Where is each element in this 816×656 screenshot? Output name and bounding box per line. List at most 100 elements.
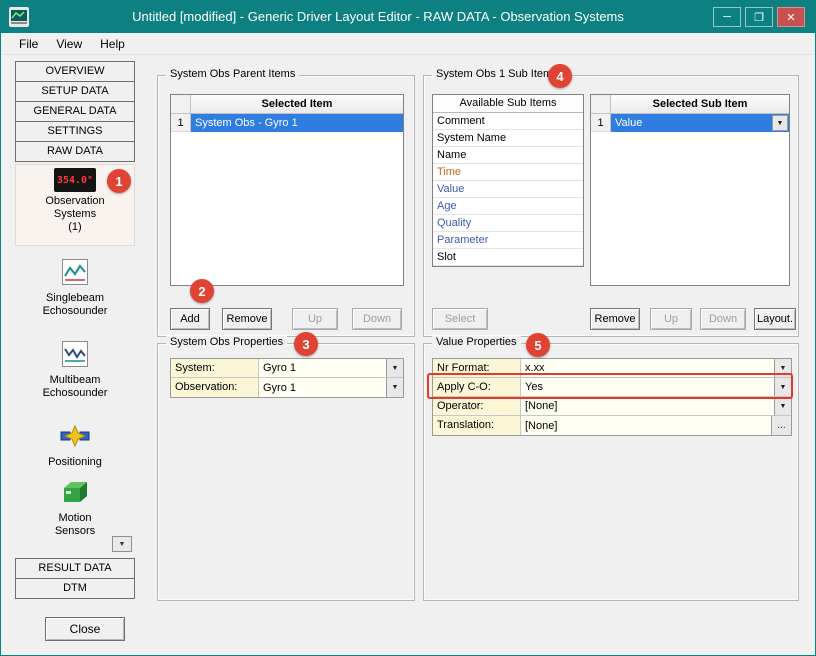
property-row: Translation: [None] ...	[433, 416, 791, 435]
sidebar-item-general-data[interactable]: GENERAL DATA	[15, 101, 135, 122]
operator-dropdown[interactable]: [None] ▼	[521, 397, 791, 415]
sidebar-item-singlebeam-echosounder[interactable]: Singlebeam Echosounder	[15, 256, 135, 320]
group-title-parent-items: System Obs Parent Items	[166, 68, 299, 80]
available-sub-item[interactable]: Parameter	[433, 232, 583, 249]
up-button[interactable]: Up	[292, 308, 338, 330]
satellite-icon	[60, 423, 90, 453]
remove-button[interactable]: Remove	[222, 308, 272, 330]
add-button[interactable]: Add	[170, 308, 210, 330]
table-row[interactable]: 1 Value ▼	[591, 114, 789, 132]
available-sub-item[interactable]: Name	[433, 147, 583, 164]
close-window-button[interactable]: ✕	[777, 7, 805, 27]
chevron-down-icon[interactable]: ▼	[386, 359, 403, 377]
chevron-down-icon[interactable]: ▼	[774, 397, 791, 415]
device-label-line: (1)	[68, 221, 81, 234]
device-label-line: Multibeam	[50, 374, 101, 387]
observation-value: Gyro 1	[263, 382, 296, 394]
group-title-sub-items: System Obs 1 Sub Items	[432, 68, 562, 80]
sidebar-item-multibeam-echosounder[interactable]: Multibeam Echosounder	[15, 338, 135, 402]
system-value: Gyro 1	[263, 362, 296, 374]
device-label-line: Echosounder	[43, 305, 108, 318]
selected-sub-item-column-header: Selected Sub Item	[611, 95, 789, 114]
sidebar-item-settings[interactable]: SETTINGS	[15, 121, 135, 142]
translation-field[interactable]: [None] ...	[521, 416, 791, 435]
window-controls: ─ ❐ ✕	[713, 7, 805, 27]
available-sub-item[interactable]: Value	[433, 181, 583, 198]
device-label-line: Systems	[54, 208, 96, 221]
chevron-down-icon[interactable]: ▼	[772, 115, 788, 131]
row-number: 1	[171, 114, 191, 132]
system-dropdown[interactable]: Gyro 1 ▼	[259, 359, 403, 377]
sidebar-item-result-data[interactable]: RESULT DATA	[15, 558, 135, 579]
dialog-window: Untitled [modified] - Generic Driver Lay…	[0, 0, 816, 656]
system-obs-properties-table: System: Gyro 1 ▼ Observation: Gyro 1 ▼	[170, 358, 404, 398]
annotation-circle-5: 5	[526, 333, 550, 357]
table-row[interactable]: 1 System Obs - Gyro 1	[171, 114, 403, 132]
row-number: 1	[591, 114, 611, 132]
selected-sub-item-label: Value	[615, 117, 642, 129]
device-label-line: Echosounder	[43, 387, 108, 400]
chevron-down-icon[interactable]: ▼	[386, 378, 403, 397]
table-corner-cell	[591, 95, 611, 114]
motion-sensor-icon	[60, 479, 90, 509]
property-row: Observation: Gyro 1 ▼	[171, 378, 403, 397]
ellipsis-button[interactable]: ...	[771, 416, 791, 435]
translation-value: [None]	[525, 420, 557, 432]
singlebeam-chart-icon	[62, 259, 88, 289]
down-sub-button[interactable]: Down	[700, 308, 746, 330]
available-sub-item[interactable]: Slot	[433, 249, 583, 266]
sidebar-item-setup-data[interactable]: SETUP DATA	[15, 81, 135, 102]
layout-button[interactable]: Layout.	[754, 308, 796, 330]
available-sub-item[interactable]: Quality	[433, 215, 583, 232]
table-corner-cell	[171, 95, 191, 114]
parent-items-column-header: Selected Item	[191, 95, 403, 114]
system-label: System:	[171, 359, 259, 377]
select-button[interactable]: Select	[432, 308, 488, 330]
selected-sub-item[interactable]: Value ▼	[611, 114, 789, 132]
scroll-down-button[interactable]: ▼	[112, 536, 132, 552]
property-row: System: Gyro 1 ▼	[171, 359, 403, 378]
device-label-line: Motion	[58, 512, 91, 525]
sidebar-item-positioning[interactable]: Positioning	[15, 420, 135, 476]
close-button[interactable]: Close	[45, 617, 125, 641]
annotation-circle-1: 1	[107, 169, 131, 193]
menu-view[interactable]: View	[47, 35, 91, 53]
app-icon	[9, 7, 29, 27]
title-bar: Untitled [modified] - Generic Driver Lay…	[1, 1, 815, 33]
device-label-line: Positioning	[48, 456, 102, 469]
annotation-circle-3: 3	[294, 332, 318, 356]
available-sub-items-list: Available Sub Items Comment System Name …	[432, 94, 584, 267]
window-title: Untitled [modified] - Generic Driver Lay…	[61, 1, 695, 33]
led-display-icon: 354.0°	[54, 168, 96, 192]
sidebar-item-dtm[interactable]: DTM	[15, 578, 135, 599]
available-sub-items-header: Available Sub Items	[433, 95, 583, 113]
device-label-line: Sensors	[55, 525, 95, 538]
observation-label: Observation:	[171, 378, 259, 397]
device-label-line: Observation	[45, 195, 104, 208]
translation-label: Translation:	[433, 416, 521, 435]
sidebar-item-motion-sensors[interactable]: Motion Sensors	[15, 476, 135, 540]
sidebar-item-raw-data[interactable]: RAW DATA	[15, 141, 135, 162]
maximize-button[interactable]: ❐	[745, 7, 773, 27]
menu-file[interactable]: File	[10, 35, 47, 53]
up-sub-button[interactable]: Up	[650, 308, 692, 330]
selected-parent-item[interactable]: System Obs - Gyro 1	[191, 114, 403, 132]
parent-items-table: Selected Item 1 System Obs - Gyro 1	[170, 94, 404, 286]
minimize-button[interactable]: ─	[713, 7, 741, 27]
down-button[interactable]: Down	[352, 308, 402, 330]
highlight-box-apply-co	[427, 373, 793, 399]
available-sub-item[interactable]: Age	[433, 198, 583, 215]
annotation-circle-4: 4	[548, 64, 572, 88]
group-title-value-properties: Value Properties	[432, 336, 521, 348]
observation-dropdown[interactable]: Gyro 1 ▼	[259, 378, 403, 397]
available-sub-item[interactable]: Time	[433, 164, 583, 181]
available-sub-item[interactable]: System Name	[433, 130, 583, 147]
available-sub-item[interactable]: Comment	[433, 113, 583, 130]
property-row: Operator: [None] ▼	[433, 397, 791, 416]
sub-items-group: System Obs 1 Sub Items Available Sub Ite…	[423, 75, 799, 337]
menu-bar: File View Help	[2, 33, 814, 55]
sidebar-item-overview[interactable]: OVERVIEW	[15, 61, 135, 82]
menu-help[interactable]: Help	[91, 35, 134, 53]
multibeam-chart-icon	[62, 341, 88, 371]
remove-sub-button[interactable]: Remove	[590, 308, 640, 330]
